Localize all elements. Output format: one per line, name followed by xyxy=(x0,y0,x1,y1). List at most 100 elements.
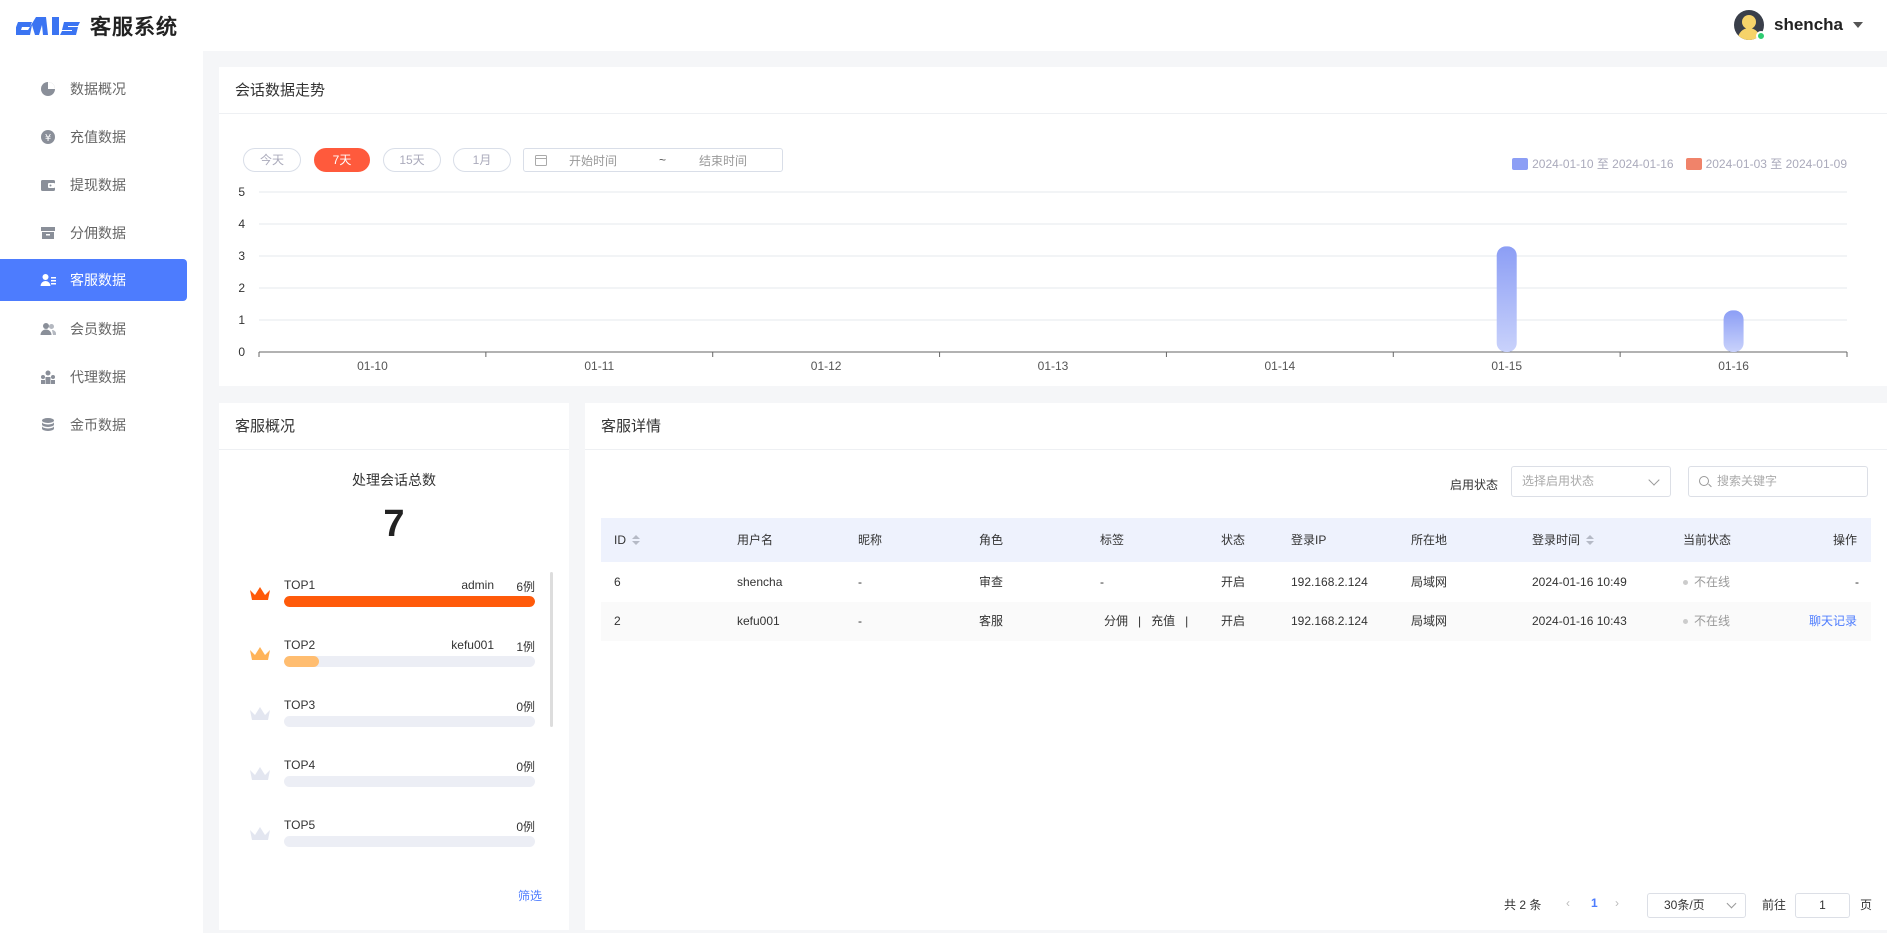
cell-location: 局域网 xyxy=(1411,575,1448,589)
x-tick-label: 01-15 xyxy=(1491,359,1522,373)
offline-dot xyxy=(1683,619,1688,625)
progress-track xyxy=(284,776,535,787)
cell-tags: - xyxy=(1100,575,1104,589)
cell-status: 开启 xyxy=(1221,614,1246,628)
table-row: 6 shencha - 审查 - 开启 192.168.2.124 局域网 20… xyxy=(601,563,1871,602)
search-input[interactable]: 搜索关键字 xyxy=(1688,466,1868,497)
cell-online-state: 不在线 xyxy=(1683,602,1730,641)
chart-legend: 2024-01-10 至 2024-01-16 2024-01-03 至 202… xyxy=(1500,155,1847,172)
x-tick-label: 01-10 xyxy=(357,359,388,373)
sort-icon[interactable] xyxy=(632,535,640,545)
sort-icon[interactable] xyxy=(1586,535,1595,545)
top-rank-name: kefu001 xyxy=(451,638,494,652)
total-sessions-label: 处理会话总数 xyxy=(352,472,436,488)
sidebar-item-agent[interactable]: 代理数据 xyxy=(0,356,187,398)
y-tick-label: 0 xyxy=(238,345,245,359)
user-menu[interactable]: shencha xyxy=(1734,9,1863,41)
svg-text:¥: ¥ xyxy=(45,133,51,144)
progress-fill xyxy=(284,656,320,667)
legend-label: 2024-01-10 至 2024-01-16 xyxy=(1532,157,1674,171)
crown-icon xyxy=(249,766,271,782)
column-header-nickname: 昵称 xyxy=(858,533,883,547)
sidebar-item-gold[interactable]: 金币数据 xyxy=(0,404,187,446)
crown-icon xyxy=(249,586,271,602)
column-header-online-state: 当前状态 xyxy=(1683,533,1732,547)
top-header: 客服系统 shencha xyxy=(0,0,1887,51)
sidebar-item-data-overview[interactable]: 数据概况 xyxy=(0,68,187,110)
progress-track xyxy=(284,656,535,667)
coins-stack-icon xyxy=(40,417,56,433)
cms-logo-mark xyxy=(16,14,82,38)
sidebar-item-cs-data[interactable]: 客服数据 xyxy=(0,259,187,301)
wallet-icon xyxy=(40,177,56,193)
top-rank-label: TOP3 xyxy=(284,698,316,712)
date-range-picker[interactable]: 开始时间 ~ 结束时间 xyxy=(523,148,783,172)
sidebar: 数据概况 ¥ 充值数据 提现数据 分佣数据 客服数据 会员数据 代理数据 金币数… xyxy=(0,51,203,933)
search-icon xyxy=(1699,476,1709,486)
chevron-down-icon xyxy=(1726,898,1737,909)
legend-swatch xyxy=(1685,157,1702,170)
online-status-dot xyxy=(1756,31,1767,41)
sidebar-item-label: 提现数据 xyxy=(70,177,126,193)
range-1month-button[interactable]: 1月 xyxy=(453,148,511,172)
column-header-label: ID xyxy=(614,533,626,547)
bar xyxy=(1496,246,1517,352)
x-tick-label: 01-16 xyxy=(1718,359,1749,373)
sidebar-item-commission[interactable]: 分佣数据 xyxy=(0,212,187,254)
bar xyxy=(1723,310,1744,352)
legend-item[interactable]: 2024-01-10 至 2024-01-16 xyxy=(1512,155,1674,172)
overview-panel-title: 客服概况 xyxy=(219,403,569,450)
coin-icon: ¥ xyxy=(40,129,56,145)
app-title: 客服系统 xyxy=(90,16,178,39)
offline-dot xyxy=(1683,580,1688,586)
top-rank-count: 0例 xyxy=(516,820,535,834)
range-7days-button[interactable]: 7天 xyxy=(314,148,370,172)
caret-down-icon[interactable] xyxy=(1853,22,1863,28)
date-start-input[interactable]: 开始时间 xyxy=(569,152,639,169)
legend-item[interactable]: 2024-01-03 至 2024-01-09 xyxy=(1685,155,1847,172)
progress-track xyxy=(284,596,535,607)
goto-page-input[interactable]: 1 xyxy=(1795,893,1850,918)
chat-history-link[interactable]: 聊天记录 xyxy=(1809,602,1857,641)
user-name[interactable]: shencha xyxy=(1774,15,1843,35)
table-header: ID 用户名 昵称 角色 标签 状态 登录IP 所在地 登录时间 当前状态 操作 xyxy=(601,518,1871,562)
filter-link[interactable]: 筛选 xyxy=(518,887,542,904)
date-end-input[interactable]: 结束时间 xyxy=(699,152,747,169)
trend-bar-chart: 0 1 2 3 4 5 01-10 01-11 01-12 01-13 01-14 01-15 01-1… xyxy=(238,185,1848,373)
top-rank-item: TOP1 admin 6例 xyxy=(249,578,535,618)
status-filter-select[interactable]: 选择启用状态 xyxy=(1511,466,1671,497)
total-sessions-value: 7 xyxy=(383,503,405,545)
column-header-id[interactable]: ID xyxy=(614,518,640,562)
top-rank-count: 0例 xyxy=(516,760,535,774)
sidebar-item-member[interactable]: 会员数据 xyxy=(0,308,187,350)
column-header-tags: 标签 xyxy=(1100,533,1125,547)
sidebar-item-label: 代理数据 xyxy=(70,369,126,385)
status-filter-label: 启用状态 xyxy=(1450,478,1499,492)
status-filter-placeholder: 选择启用状态 xyxy=(1522,474,1595,488)
y-tick-label: 5 xyxy=(238,185,245,199)
top-rank-label: TOP4 xyxy=(284,758,316,772)
top-rank-item: TOP2 kefu001 1例 xyxy=(249,638,535,678)
column-header-status: 状态 xyxy=(1221,533,1246,547)
progress-track xyxy=(284,716,535,727)
top-rank-name: admin xyxy=(461,578,494,592)
page-size-select[interactable]: 30条/页 xyxy=(1647,893,1746,918)
top-rank-label: TOP5 xyxy=(284,818,316,832)
pie-chart-icon xyxy=(40,81,56,97)
ranking-scrollbar[interactable] xyxy=(550,572,553,727)
cell-tags: 分佣 | 充值 | xyxy=(1104,614,1189,628)
page-number[interactable]: 1 xyxy=(1591,896,1598,910)
range-today-button[interactable]: 今天 xyxy=(243,148,301,172)
prev-page-icon[interactable]: ‹ xyxy=(1566,896,1570,910)
next-page-icon[interactable]: › xyxy=(1615,896,1619,910)
column-header-login-time[interactable]: 登录时间 xyxy=(1532,518,1595,562)
crown-icon xyxy=(249,646,271,662)
page-unit-label: 页 xyxy=(1860,898,1873,912)
sidebar-item-withdraw[interactable]: 提现数据 xyxy=(0,164,187,206)
page-size-label: 30条/页 xyxy=(1664,898,1705,912)
range-15days-button[interactable]: 15天 xyxy=(383,148,441,172)
sidebar-item-recharge[interactable]: ¥ 充值数据 xyxy=(0,116,187,158)
logo[interactable]: 客服系统 xyxy=(16,10,178,42)
sidebar-item-label: 数据概况 xyxy=(70,81,126,97)
column-header-username: 用户名 xyxy=(737,533,774,547)
